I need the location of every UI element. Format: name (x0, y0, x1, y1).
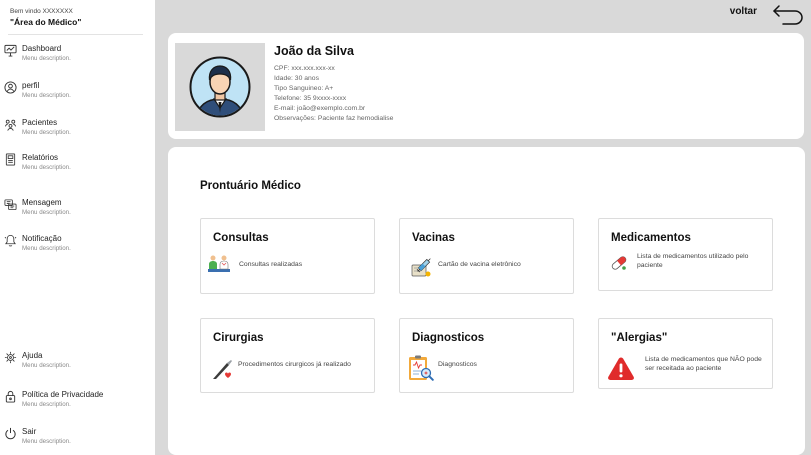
avatar (175, 43, 265, 131)
diagnosticos-card[interactable]: Diagnosticos Diagnosticos (399, 318, 574, 393)
sidebar-item-description: Menu description. (22, 401, 71, 408)
cirurgias-card[interactable]: Cirurgias Procedimentos cirurgicos já re… (200, 318, 375, 393)
patient-age: Idade: 30 anos (274, 75, 319, 82)
sidebar-item-sair[interactable]: Sair Menu description. (0, 427, 155, 455)
sidebar-item-label: Pacientes (22, 118, 58, 127)
patients-icon (4, 119, 17, 131)
back-arrow-icon (773, 5, 803, 25)
patient-blood-type: Tipo Sanguineo: A+ (274, 85, 334, 92)
privacy-lock-icon (5, 390, 16, 403)
sidebar-item-label: Mensagem (22, 198, 62, 207)
patient-card: João da Silva CPF: xxx.xxx.xxx-xx Idade:… (168, 33, 804, 139)
sidebar-item-description: Menu description. (22, 362, 71, 369)
sidebar-item-pacientes[interactable]: Pacientes Menu description. (0, 118, 155, 146)
surgery-scalpel-icon (213, 360, 232, 379)
sidebar-item-relatorios[interactable]: Relatórios Menu description. (0, 153, 155, 181)
card-description: Procedimentos cirurgicos já realizado (238, 361, 351, 368)
patient-email: E-mail: joão@exemplo.com.br (274, 105, 366, 112)
sidebar-item-ajuda[interactable]: Ajuda Menu description. (0, 351, 155, 379)
sidebar-item-politica-privacidade[interactable]: Política de Privacidade Menu description… (0, 390, 155, 418)
card-title: Diagnosticos (412, 332, 485, 344)
patient-name: João da Silva (274, 44, 354, 58)
help-icon (4, 351, 17, 364)
patient-notes: Observações: Paciente faz hemodialise (274, 115, 394, 122)
patient-phone: Telefone: 35 9xxxx-xxxx (274, 95, 347, 102)
sidebar-item-description: Menu description. (22, 209, 71, 216)
card-description: Lista de medicamentos utilizado pelo pac… (637, 253, 749, 269)
back-label: voltar (729, 6, 757, 17)
sidebar: Bem vindo XXXXXXX "Área do Médico" Dashb… (0, 0, 155, 455)
medicamentos-card[interactable]: Medicamentos Lista de medicamentos utili… (598, 218, 773, 291)
notification-icon (4, 234, 17, 247)
sidebar-item-description: Menu description. (22, 55, 71, 62)
sidebar-item-label: Notificação (22, 234, 62, 243)
power-icon (5, 427, 16, 440)
card-title: Medicamentos (611, 232, 691, 244)
sidebar-item-description: Menu description. (22, 438, 71, 445)
doctor-consultation-icon (208, 255, 230, 272)
sidebar-item-notificacao[interactable]: Notificação Menu description. (0, 234, 155, 262)
sidebar-item-label: Sair (22, 427, 37, 436)
alergias-card[interactable]: "Alergias" Lista de medicamentos que NÃO… (598, 318, 773, 389)
patient-cpf: CPF: xxx.xxx.xxx-xx (274, 65, 335, 72)
card-title: Cirurgias (213, 332, 264, 344)
card-description: Consultas realizadas (239, 261, 303, 268)
vacinas-card[interactable]: Vacinas Cartão de vacina eletrônico (399, 218, 574, 294)
sidebar-item-perfil[interactable]: perfil Menu description. (0, 81, 155, 109)
sidebar-item-description: Menu description. (22, 129, 71, 136)
card-title: Consultas (213, 232, 269, 244)
card-title: "Alergias" (611, 332, 668, 344)
dashboard-icon (4, 44, 17, 57)
sidebar-item-description: Menu description. (22, 164, 71, 171)
welcome-text: Bem vindo XXXXXXX (10, 8, 73, 15)
records-title: Prontuário Médico (200, 180, 301, 192)
allergy-warning-icon (608, 357, 634, 380)
sidebar-item-label: Dashboard (22, 44, 62, 53)
sidebar-item-label: Política de Privacidade (22, 390, 104, 399)
message-icon (4, 199, 17, 211)
sidebar-item-description: Menu description. (22, 92, 71, 99)
sidebar-item-label: perfil (22, 81, 40, 90)
sidebar-item-mensagem[interactable]: Mensagem Menu description. (0, 198, 155, 226)
sidebar-item-dashboard[interactable]: Dashboard Menu description. (0, 44, 155, 72)
reports-icon (5, 153, 16, 166)
sidebar-item-label: Relatórios (22, 153, 59, 162)
card-description: Lista de medicamentos que NÃO pode ser r… (645, 356, 762, 372)
profile-icon (4, 81, 17, 94)
sidebar-divider (8, 34, 143, 35)
card-description: Cartão de vacina eletrônico (438, 261, 521, 268)
card-title: Vacinas (412, 232, 455, 244)
doctor-avatar-icon (189, 56, 251, 118)
sidebar-item-description: Menu description. (22, 245, 71, 252)
sidebar-item-label: Ajuda (22, 351, 43, 360)
vaccine-syringe-icon (411, 258, 431, 277)
diagnosis-clipboard-icon (409, 355, 434, 381)
back-button[interactable]: voltar (715, 2, 805, 26)
medical-records-panel: Prontuário Médico Consultas Consultas re… (168, 147, 805, 455)
card-description: Diagnosticos (438, 361, 477, 368)
area-title: "Área do Médico" (10, 17, 82, 27)
consultas-card[interactable]: Consultas Consultas realizadas (200, 218, 375, 294)
medicine-capsule-icon (611, 256, 627, 270)
